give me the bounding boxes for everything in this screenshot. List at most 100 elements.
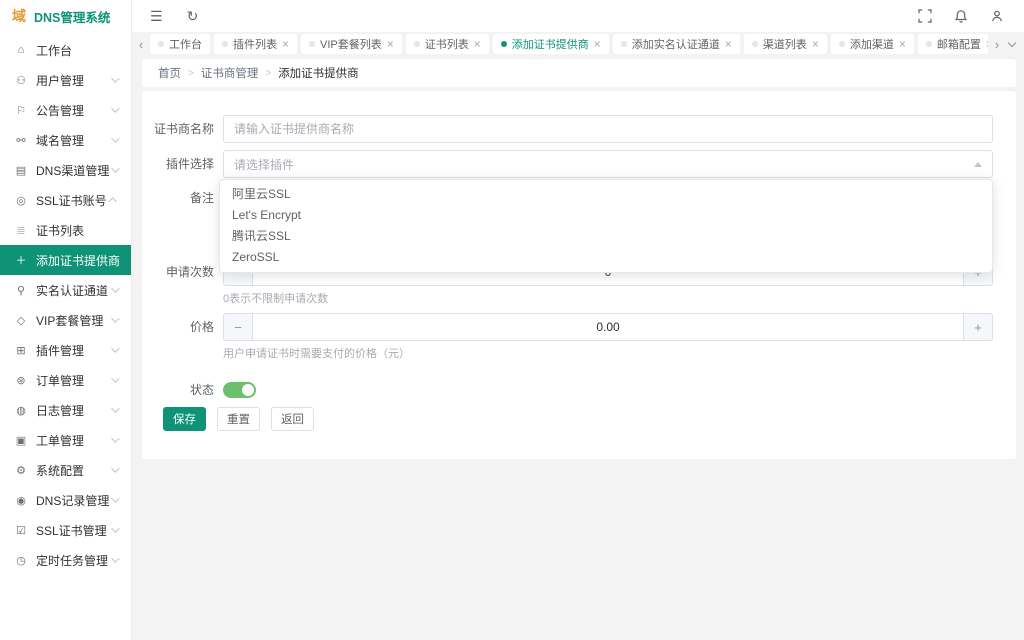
tab-channel-list[interactable]: 渠道列表× — [744, 34, 827, 54]
sidebar-item-cron-task-mgmt[interactable]: ◷定时任务管理 — [0, 545, 131, 575]
tab-vip-package-list[interactable]: VIP套餐列表 × — [301, 34, 402, 54]
app-logo: 域 DNS管理系统 — [0, 0, 131, 32]
tabs-scroll-left-icon[interactable]: ‹ — [135, 38, 147, 51]
close-icon[interactable]: × — [899, 38, 906, 50]
plugin-dropdown: 阿里云SSLLet's Encrypt腾讯云SSLZeroSSL — [219, 179, 993, 273]
close-icon[interactable]: × — [474, 38, 481, 50]
chevron-down-icon — [111, 74, 119, 82]
sidebar-item-realname-channel[interactable]: ⚲实名认证通道 — [0, 275, 131, 305]
sidebar-item-label: DNS渠道管理 — [36, 162, 111, 179]
close-icon[interactable]: × — [387, 38, 394, 50]
tab-add-realname-channel[interactable]: 添加实名认证通道 × — [613, 34, 740, 54]
price-label: 价格 — [152, 313, 214, 341]
bell-icon[interactable] — [954, 9, 968, 23]
user-icon[interactable] — [990, 9, 1004, 23]
sidebar-item-domain-mgmt[interactable]: ⚯域名管理 — [0, 125, 131, 155]
shield-icon: ◎ — [14, 194, 28, 207]
tab-cert-list[interactable]: 证书列表× — [406, 34, 489, 54]
back-button[interactable]: 返回 — [271, 407, 314, 431]
sidebar-item-dns-record-mgmt[interactable]: ◉DNS记录管理 — [0, 485, 131, 515]
tabs-dropdown-icon[interactable] — [1007, 39, 1017, 49]
add-cert-provider-form: 证书商名称 插件选择 请选择插件 备注 — [142, 91, 1016, 459]
chevron-down-icon — [111, 404, 119, 412]
close-icon[interactable]: × — [986, 38, 988, 50]
provider-name-input[interactable] — [234, 122, 982, 136]
close-icon[interactable]: × — [594, 38, 601, 50]
dropdown-option[interactable]: 腾讯云SSL — [220, 226, 992, 247]
breadcrumb-separator: > — [188, 68, 194, 79]
sidebar-item-workbench[interactable]: ⌂工作台 — [0, 35, 131, 65]
tab-workbench[interactable]: 工作台 — [150, 34, 210, 54]
sidebar-item-add-cert-provider[interactable]: ＋添加证书提供商 — [0, 245, 131, 275]
sidebar-item-vip-package-mgmt[interactable]: ◇VIP套餐管理 — [0, 305, 131, 335]
tab-label: 添加证书提供商 — [512, 36, 589, 52]
chevron-down-icon — [111, 434, 119, 442]
close-icon[interactable]: × — [812, 38, 819, 50]
sidebar-item-log-mgmt[interactable]: ◍日志管理 — [0, 395, 131, 425]
increase-button[interactable]: + — [963, 314, 992, 340]
plugin-select[interactable]: 请选择插件 — [223, 150, 993, 178]
sidebar: 域 DNS管理系统 ⌂工作台 ⚇ 用户管理 ⚐公告管理⚯域名管理▤DNS渠道管理 ◎ SS… — [0, 0, 132, 640]
breadcrumb-item: 添加证书提供商 — [278, 65, 359, 81]
person-icon: ⚲ — [14, 284, 28, 297]
close-icon[interactable]: × — [282, 38, 289, 50]
ticket-icon: ▣ — [14, 434, 28, 447]
close-icon[interactable]: × — [725, 38, 732, 50]
dropdown-option[interactable]: 阿里云SSL — [220, 184, 992, 205]
hint-spacer — [152, 347, 214, 361]
sidebar-item-order-mgmt[interactable]: ⊛订单管理 — [0, 365, 131, 395]
sidebar-item-plugin-mgmt[interactable]: ⊞插件管理 — [0, 335, 131, 365]
collapse-menu-icon[interactable]: ☰ — [150, 9, 163, 23]
chevron-down-icon — [111, 104, 119, 112]
tab-plugin-list[interactable]: 插件列表× — [214, 34, 297, 54]
breadcrumb-item[interactable]: 首页 — [158, 65, 181, 81]
dropdown-option[interactable]: ZeroSSL — [220, 247, 992, 268]
tab-add-channel[interactable]: 添加渠道× — [831, 34, 914, 54]
tab-add-cert-provider[interactable]: 添加证书提供商 × — [493, 34, 609, 54]
sidebar-item-system-config[interactable]: ⚙系统配置 — [0, 455, 131, 485]
sidebar-item-label: 工作台 — [36, 42, 131, 59]
sidebar-item-label: 用户管理 — [36, 72, 111, 89]
toggle-knob — [242, 384, 254, 396]
sidebar-item-cert-list[interactable]: ≣证书列表 — [0, 215, 131, 245]
status-label: 状态 — [152, 376, 214, 404]
app-root: 域 DNS管理系统 ⌂工作台 ⚇ 用户管理 ⚐公告管理⚯域名管理▤DNS渠道管理 ◎ SS… — [0, 0, 1024, 640]
sidebar-item-label: SSL证书账号 — [36, 192, 111, 209]
price-value[interactable]: 0.00 — [254, 314, 962, 340]
sidebar-item-label: SSL证书管理 — [36, 522, 111, 539]
main-column: ☰ ↻ ‹ 工作台插件列表×VIP套餐列表×证书列表×添加证书提供商×添 — [132, 0, 1024, 640]
tab-strip: ‹ 工作台插件列表×VIP套餐列表×证书列表×添加证书提供商×添加实名认证通道×… — [132, 32, 1024, 56]
tab-label: VIP套餐列表 — [320, 36, 382, 52]
user-icon: ⚇ — [14, 74, 28, 87]
tabs-scroll-right-icon[interactable]: › — [991, 38, 1003, 51]
price-hint: 用户申请证书时需要支付的价格（元） — [223, 347, 410, 361]
decrease-button[interactable]: − — [224, 314, 253, 340]
price-stepper: − 0.00 + — [223, 313, 993, 341]
save-button[interactable]: 保存 — [163, 407, 206, 431]
tab-mail-config[interactable]: 邮箱配置× — [918, 34, 988, 54]
sidebar-item-announcement-mgmt[interactable]: ⚐公告管理 — [0, 95, 131, 125]
dropdown-option[interactable]: Let's Encrypt — [220, 205, 992, 226]
sidebar-item-label: 公告管理 — [36, 102, 111, 119]
status-row: 状态 — [152, 376, 993, 404]
fullscreen-icon[interactable] — [918, 9, 932, 23]
chevron-down-icon — [111, 134, 119, 142]
link-icon: ⚯ — [14, 134, 28, 147]
refresh-icon[interactable]: ↻ — [187, 9, 199, 23]
provider-name-field — [223, 115, 993, 143]
app-title: DNS管理系统 — [34, 7, 110, 26]
sidebar-item-user-mgmt[interactable]: ⚇ 用户管理 — [0, 65, 131, 95]
tab-label: 添加实名认证通道 — [632, 36, 720, 52]
gear-icon: ⚙ — [14, 464, 28, 477]
sidebar-item-ticket-mgmt[interactable]: ▣工单管理 — [0, 425, 131, 455]
sidebar-item-ssl-cert-mgmt[interactable]: ☑SSL证书管理 — [0, 515, 131, 545]
sidebar-item-dns-channel-mgmt[interactable]: ▤DNS渠道管理 — [0, 155, 131, 185]
remark-label: 备注 — [152, 184, 214, 212]
status-toggle[interactable] — [223, 382, 256, 398]
provider-name-row: 证书商名称 — [152, 115, 993, 143]
breadcrumb-item[interactable]: 证书商管理 — [201, 65, 259, 81]
reset-button[interactable]: 重置 — [217, 407, 260, 431]
chevron-down-icon — [111, 374, 119, 382]
tab-dot-icon — [222, 41, 228, 47]
sidebar-item-ssl-cert-account[interactable]: ◎ SSL证书账号 — [0, 185, 131, 215]
